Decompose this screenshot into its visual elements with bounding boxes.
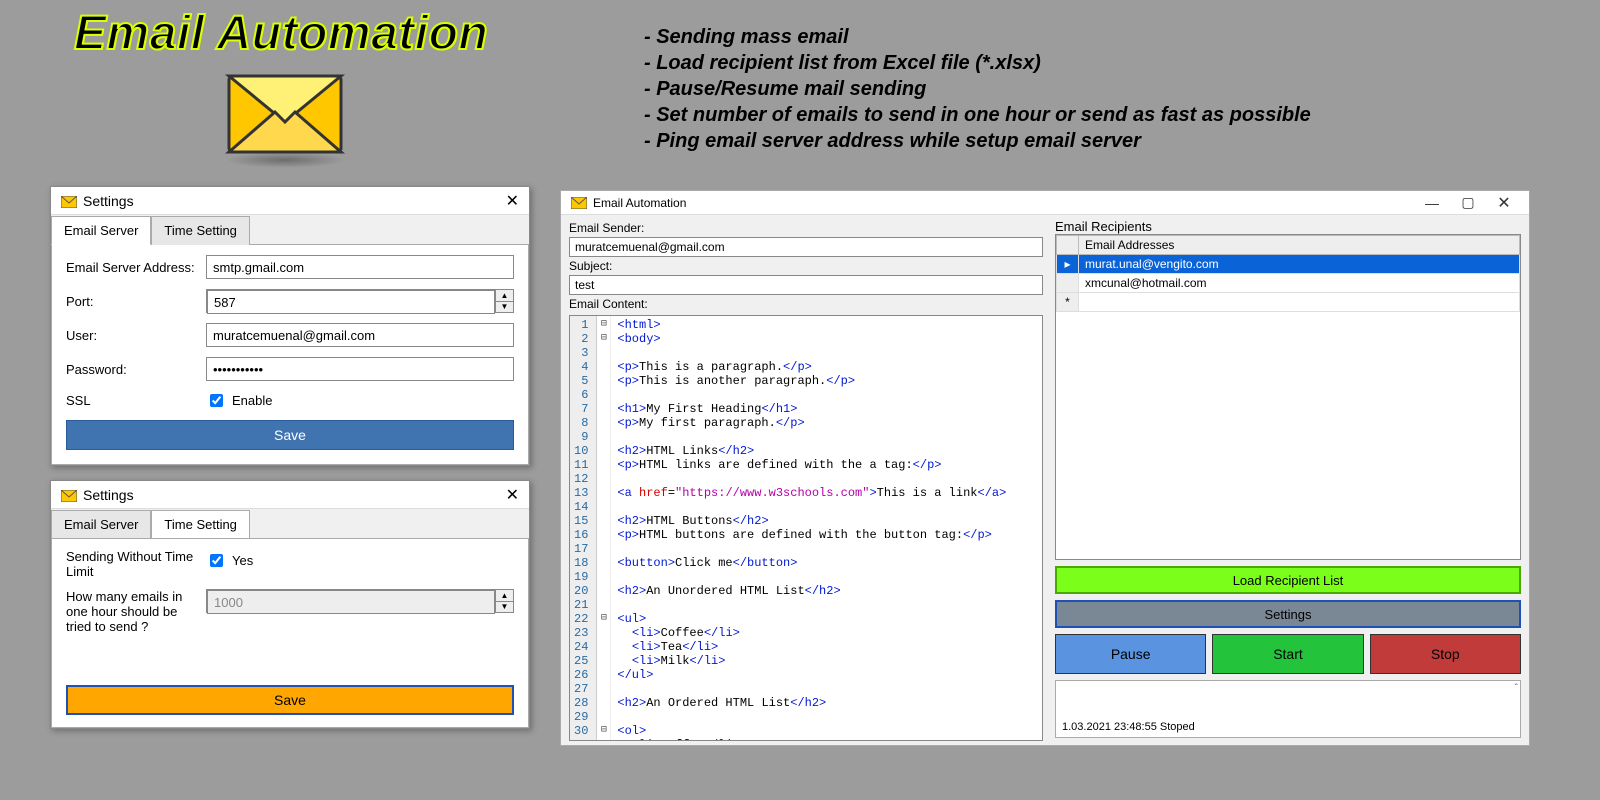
maximize-button[interactable]: ▢ (1453, 192, 1483, 214)
editor-code[interactable]: <html> <body> <p>This is a paragraph.</p… (611, 316, 1012, 740)
icon-shadow (225, 152, 345, 168)
editor-fold-column: ⊟⊟⊟⊟ (597, 316, 611, 740)
feature-item: - Pause/Resume mail sending (644, 76, 1311, 102)
label-no-time-limit: Sending Without Time Limit (66, 549, 196, 579)
editor-gutter: 1 2 3 4 5 6 7 8 9 10 11 12 13 14 15 16 1… (570, 316, 597, 740)
grid-cell[interactable]: murat.unal@vengito.com (1079, 255, 1520, 274)
log-panel[interactable]: ˆ 1.03.2021 23:48:55 Stoped 1.03.2021 23… (1055, 680, 1521, 738)
start-button[interactable]: Start (1212, 634, 1363, 674)
label-per-hour: How many emails in one hour should be tr… (66, 589, 196, 634)
label-user: User: (66, 328, 196, 343)
subject-input[interactable] (569, 275, 1043, 295)
stop-button[interactable]: Stop (1370, 634, 1521, 674)
label-content: Email Content: (569, 297, 1043, 311)
no-time-limit-checkbox[interactable] (210, 554, 223, 567)
password-input[interactable] (206, 357, 514, 381)
ssl-enable-label: Enable (232, 393, 272, 408)
yes-label: Yes (232, 553, 253, 568)
code-editor[interactable]: 1 2 3 4 5 6 7 8 9 10 11 12 13 14 15 16 1… (569, 315, 1043, 741)
tab-time-setting[interactable]: Time Setting (151, 510, 250, 539)
scroll-up-icon[interactable]: ˆ (1515, 683, 1518, 694)
tab-email-server[interactable]: Email Server (51, 216, 151, 245)
mail-icon (61, 195, 77, 207)
save-button[interactable]: Save (66, 685, 514, 715)
per-hour-input[interactable] (207, 590, 495, 614)
window-title: Settings (83, 487, 134, 503)
grid-cell[interactable] (1079, 293, 1520, 312)
sender-input[interactable] (569, 237, 1043, 257)
server-address-input[interactable] (206, 255, 514, 279)
window-title: Settings (83, 193, 134, 209)
feature-list: - Sending mass email - Load recipient li… (644, 24, 1311, 154)
mail-icon (61, 489, 77, 501)
settings-window-server: Settings ✕ Email Server Time Setting Ema… (50, 186, 530, 466)
settings-window-time: Settings ✕ Email Server Time Setting Sen… (50, 480, 530, 729)
feature-item: - Load recipient list from Excel file (*… (644, 50, 1311, 76)
user-input[interactable] (206, 323, 514, 347)
feature-item: - Ping email server address while setup … (644, 128, 1311, 154)
feature-item: - Sending mass email (644, 24, 1311, 50)
save-button[interactable]: Save (66, 420, 514, 450)
close-button[interactable]: ✕ (506, 485, 519, 505)
window-title: Email Automation (593, 196, 686, 210)
grid-row-indicator[interactable] (1057, 274, 1079, 293)
tab-time-setting[interactable]: Time Setting (151, 216, 250, 245)
tab-email-server[interactable]: Email Server (51, 510, 151, 539)
ssl-checkbox[interactable] (210, 394, 223, 407)
spin-up-button[interactable]: ▲ (496, 290, 513, 302)
grid-new-row-indicator[interactable]: * (1057, 293, 1079, 312)
label-subject: Subject: (569, 259, 1043, 273)
load-recipient-list-button[interactable]: Load Recipient List (1055, 566, 1521, 594)
spin-down-button[interactable]: ▼ (496, 302, 513, 313)
mail-icon (571, 197, 587, 209)
close-button[interactable]: ✕ (1489, 192, 1519, 214)
label-server-address: Email Server Address: (66, 260, 196, 275)
recipients-grid[interactable]: Email Addresses ▸ murat.unal@vengito.com… (1055, 234, 1521, 560)
port-input[interactable] (207, 290, 495, 314)
spin-up-button[interactable]: ▲ (496, 590, 513, 602)
grid-cell[interactable]: xmcunal@hotmail.com (1079, 274, 1520, 293)
label-sender: Email Sender: (569, 221, 1043, 235)
page-title: Email Automation (74, 6, 488, 61)
spin-down-button[interactable]: ▼ (496, 602, 513, 613)
grid-row-header (1057, 236, 1079, 255)
pause-button[interactable]: Pause (1055, 634, 1206, 674)
minimize-button[interactable]: — (1417, 192, 1447, 214)
feature-item: - Set number of emails to send in one ho… (644, 102, 1311, 128)
settings-button[interactable]: Settings (1055, 600, 1521, 628)
grid-column-header[interactable]: Email Addresses (1079, 236, 1520, 255)
label-port: Port: (66, 294, 196, 309)
grid-row-indicator[interactable]: ▸ (1057, 255, 1079, 274)
log-line: 1.03.2021 23:48:55 Stoped (1062, 721, 1514, 733)
label-ssl: SSL (66, 393, 196, 408)
main-window: Email Automation — ▢ ✕ Email Sender: Sub… (560, 190, 1530, 746)
label-password: Password: (66, 362, 196, 377)
close-button[interactable]: ✕ (506, 191, 519, 211)
label-recipients: Email Recipients (1055, 219, 1521, 234)
